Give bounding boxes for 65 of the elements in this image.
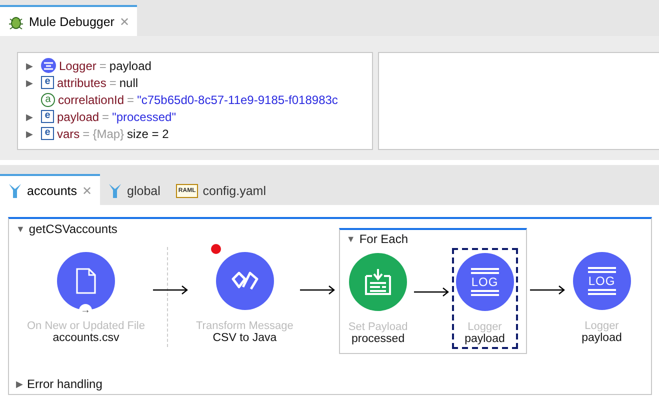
expand-icon[interactable]: ▶	[16, 379, 23, 389]
editor-tab[interactable]: accounts ✕	[0, 174, 100, 205]
variable-name[interactable]: payload	[57, 110, 100, 124]
flow-node[interactable]: LOG Logger payload	[568, 246, 635, 348]
expand-icon[interactable]: ▶	[26, 60, 38, 70]
node-subtitle: CSV to Java	[212, 332, 277, 344]
flow-node[interactable]: Transform Message CSV to Java	[192, 246, 298, 348]
tab-label: accounts	[27, 184, 78, 198]
node-subtitle: accounts.csv	[52, 332, 120, 344]
variable-value: payload	[109, 58, 152, 72]
equals-sign: =	[102, 110, 110, 124]
equals-sign: =	[127, 92, 134, 106]
equals-sign: =	[82, 126, 90, 140]
variable-value: "c75b65d0-8c57-11e9-9185-f018983c	[137, 92, 338, 106]
element-icon: e	[41, 76, 54, 89]
flow-node[interactable]: → On New or Updated File accounts.csv	[23, 246, 149, 348]
node-title: Set Payload	[348, 321, 408, 333]
element-icon: e	[41, 110, 54, 123]
expand-icon[interactable]: ▶	[26, 128, 38, 138]
collapse-icon[interactable]: ▼	[346, 234, 356, 244]
attribute-icon: a	[41, 92, 55, 106]
flow-node[interactable]: Set Payload processed	[344, 248, 412, 349]
flow-node[interactable]: LOG Logger payload	[452, 248, 518, 349]
tab-label: global	[127, 184, 160, 198]
node-circle[interactable]: LOG	[572, 252, 631, 310]
arrow	[414, 286, 450, 296]
scope-title: For Each	[359, 232, 408, 246]
element-icon: e	[41, 127, 54, 140]
node-subtitle: payload	[582, 332, 622, 344]
node-title: Logger	[468, 321, 502, 333]
tab-label: Mule Debugger	[29, 14, 114, 28]
arrow	[153, 285, 189, 295]
transform-icon	[230, 270, 259, 290]
arrow	[300, 285, 336, 295]
editor-tab[interactable]: global	[100, 174, 168, 205]
node-circle[interactable]: LOG	[456, 253, 514, 311]
debugger-tab[interactable]: Mule Debugger ✕	[0, 5, 138, 36]
breakpoint-dot[interactable]	[210, 244, 221, 254]
arrow	[530, 285, 566, 295]
variable-value: "processed"	[112, 110, 176, 124]
mule-icon	[8, 182, 22, 198]
node-subtitle: processed	[352, 333, 405, 345]
variable-name[interactable]: attributes	[57, 76, 106, 90]
node-title: Logger	[584, 320, 619, 332]
equals-sign: =	[109, 76, 116, 90]
mule-icon	[108, 182, 122, 198]
node-title: On New or Updated File	[27, 320, 145, 332]
file-icon	[76, 268, 96, 294]
flow-name: getCSVaccounts	[28, 222, 118, 236]
logger-icon	[41, 58, 56, 73]
variable-value: size = 2	[127, 126, 169, 140]
variable-type: {Map}	[92, 126, 124, 140]
error-handling-label: Error handling	[27, 377, 102, 391]
expand-icon[interactable]: ▶	[26, 78, 38, 88]
variable-name[interactable]: correlationId	[58, 92, 124, 106]
set-payload-icon	[364, 268, 392, 296]
variable-value: null	[119, 76, 138, 90]
variable-name[interactable]: Logger	[59, 58, 96, 72]
expand-icon[interactable]: ▶	[26, 112, 38, 122]
variable-name[interactable]: vars	[57, 126, 80, 140]
node-subtitle: payload	[464, 333, 505, 345]
node-title: Transform Message	[196, 320, 294, 332]
collapse-icon[interactable]: ▼	[16, 224, 25, 234]
equals-sign: =	[99, 58, 106, 72]
tab-label: config.yaml	[202, 184, 266, 198]
